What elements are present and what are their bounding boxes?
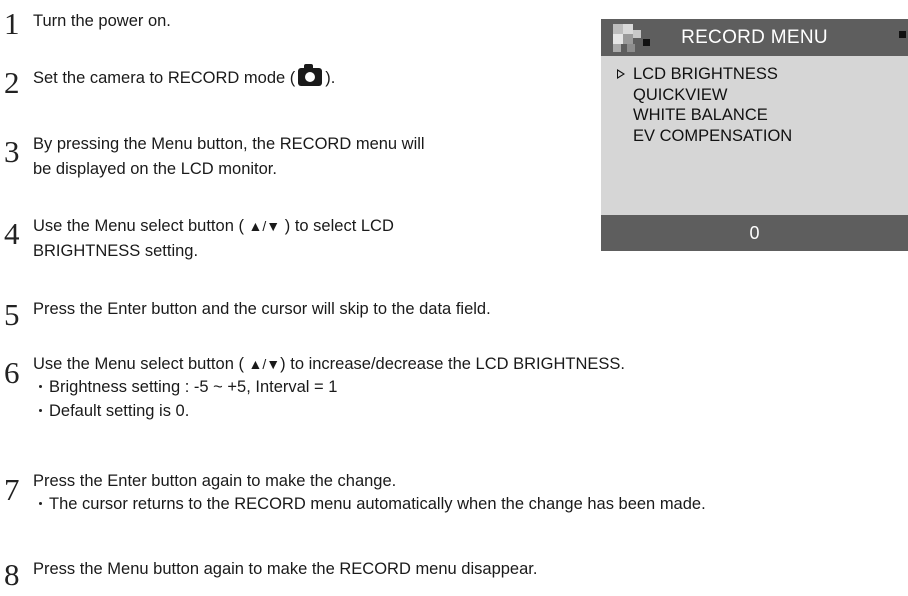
note-text: Brightness setting : -5 ~ +5, Interval =… — [49, 378, 338, 396]
bullet-icon — [39, 501, 42, 505]
note-text: Default setting is 0. — [49, 402, 190, 420]
step-number: 4 — [4, 216, 20, 251]
step-text-part: Set the camera to RECORD mode ( — [33, 69, 296, 87]
lcd-footer: 0 — [601, 215, 908, 251]
step-text: Press the Menu button again to make the … — [33, 560, 538, 578]
step-line: be displayed on the LCD monitor. — [33, 160, 277, 178]
step-number: 2 — [4, 65, 20, 100]
step-text: Set the camera to RECORD mode (). — [33, 64, 336, 89]
lcd-value: 0 — [749, 223, 760, 243]
step-note: Brightness setting : -5 ~ +5, Interval =… — [33, 375, 625, 399]
lcd-menu-item-label: EV COMPENSATION — [633, 126, 793, 145]
lcd-menu-item[interactable]: EV COMPENSATION — [617, 126, 792, 147]
step-text: Press the Enter button and the cursor wi… — [33, 300, 491, 318]
corner-square-icon — [899, 31, 906, 38]
step-number: 5 — [4, 297, 20, 332]
step-number: 1 — [4, 6, 20, 41]
bullet-icon — [39, 408, 42, 412]
lcd-menu-item[interactable]: LCD BRIGHTNESS — [617, 64, 792, 85]
step-number: 8 — [4, 557, 20, 592]
step-line: Press the Enter button again to make the… — [33, 472, 397, 490]
bullet-icon — [39, 384, 42, 388]
step-line: By pressing the Menu button, the RECORD … — [33, 135, 425, 153]
step-note: Default setting is 0. — [33, 399, 625, 423]
step-number: 3 — [4, 134, 20, 169]
step-number: 6 — [4, 355, 20, 390]
lcd-menu-item-label: LCD BRIGHTNESS — [633, 65, 778, 83]
camera-icon — [298, 64, 323, 86]
step-text: Press the Enter button again to make the… — [33, 470, 706, 516]
lcd-menu-list: LCD BRIGHTNESS QUICKVIEW WHITE BALANCE E… — [617, 64, 792, 146]
step-text: Use the Menu select button ( ▲/▼) to inc… — [33, 353, 625, 423]
lcd-menu-item-label: QUICKVIEW — [633, 85, 728, 104]
step-note: The cursor returns to the RECORD menu au… — [33, 492, 706, 516]
up-down-arrow-icon: ▲/▼ — [248, 218, 281, 234]
step-line: Use the Menu select button ( ▲/▼) to inc… — [33, 353, 625, 375]
step-line: Use the Menu select button ( ▲/▼ ) to se… — [33, 214, 394, 239]
up-down-arrow-icon: ▲/▼ — [248, 356, 281, 372]
step-text: Turn the power on. — [33, 12, 171, 30]
step-text: Use the Menu select button ( ▲/▼ ) to se… — [33, 214, 394, 264]
cursor-triangle-icon — [617, 69, 625, 79]
lcd-screen: RECORD MENU LCD BRIGHTNESS QUICKVIEW WHI… — [601, 19, 908, 251]
lcd-menu-item-label: WHITE BALANCE — [633, 106, 768, 124]
step-text-part: ) to increase/decrease the LCD BRIGHTNES… — [280, 355, 625, 373]
step-text-part: ) to select LCD — [284, 217, 394, 235]
step-text-part: Use the Menu select button ( — [33, 217, 244, 235]
lcd-header: RECORD MENU — [601, 19, 908, 56]
step-number: 7 — [4, 472, 20, 507]
step-line: BRIGHTNESS setting. — [33, 242, 199, 260]
lcd-title: RECORD MENU — [681, 27, 828, 48]
note-text: The cursor returns to the RECORD menu au… — [49, 495, 706, 513]
step-text-part: ). — [325, 69, 336, 87]
step-text: By pressing the Menu button, the RECORD … — [33, 132, 425, 182]
lcd-menu-item[interactable]: QUICKVIEW — [617, 85, 792, 106]
lcd-menu-item[interactable]: WHITE BALANCE — [617, 105, 792, 126]
step-text-part: Use the Menu select button ( — [33, 355, 244, 373]
